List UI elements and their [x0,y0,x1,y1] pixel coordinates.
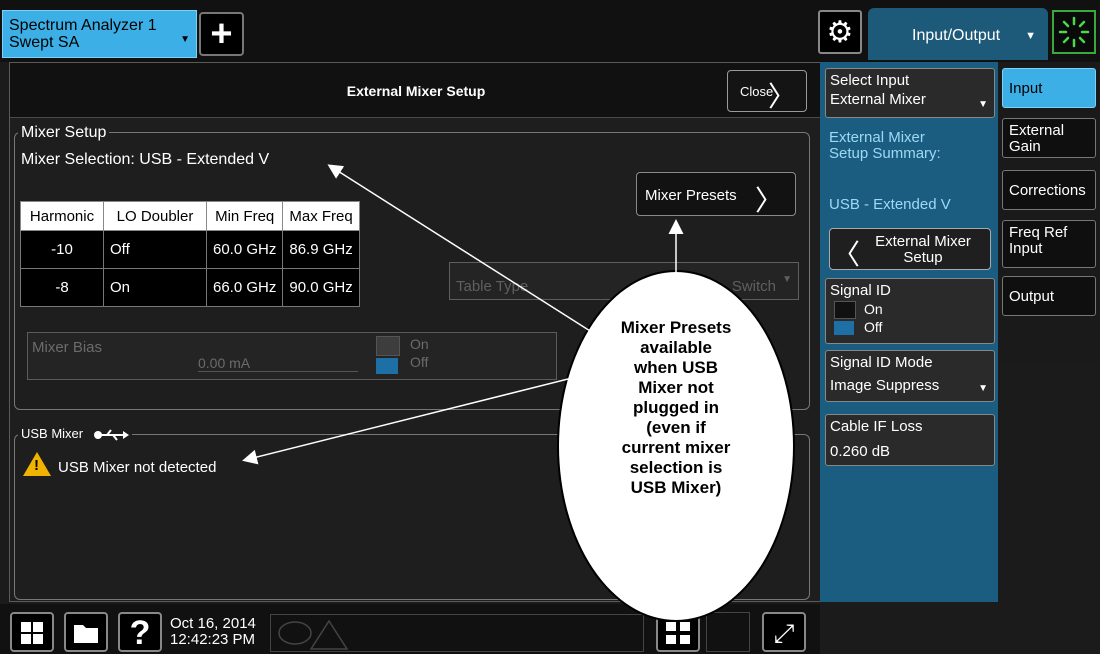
external-mixer-setup-line1: External Mixer [875,233,971,250]
toggle-on-segment [834,301,856,319]
select-input-label: Select Input [830,72,910,89]
column-header: Max Freq [282,201,360,231]
signal-id-mode-label: Signal ID Mode [830,354,933,371]
column-header: LO Doubler [103,201,207,231]
table-cell: 66.0 GHz [205,268,284,307]
table-cell: 86.9 GHz [282,230,360,269]
table-cell: On [103,268,207,307]
dropdown-arrow-icon: ▼ [978,99,988,110]
cable-if-loss-value: 0.260 dB [830,443,891,460]
bias-off-label: Off [410,354,429,370]
toggle-off-segment [376,358,398,374]
external-mixer-setup-button[interactable]: 〈 External Mixer Setup [829,228,991,270]
mixer-selection: Mixer Selection: USB - Extended V [21,151,269,169]
softkey-freq-ref-line1: Freq Ref [1009,224,1068,241]
cable-if-loss-label: Cable IF Loss [830,418,923,435]
usb-mixer-legend: USB Mixer [18,426,132,441]
softkey-corrections[interactable]: Corrections [1002,170,1096,210]
mixer-bias-toggle[interactable] [376,336,404,376]
help-icon[interactable]: ? [118,612,162,652]
mixer-presets-button[interactable]: Mixer Presets 〉 [636,172,796,216]
gear-icon[interactable]: ⚙ [818,10,862,54]
column-header: Min Freq [205,201,284,231]
busy-spinner-icon [1052,10,1096,54]
dropdown-arrow-icon: ▼ [978,383,988,394]
mixer-selection-value: USB - Extended V [139,151,270,168]
signal-id-mode-dropdown[interactable]: Signal ID Mode Image Suppress ▼ [825,350,995,402]
menu-title: Input/Output [912,27,1001,44]
table-cell: -10 [20,230,104,269]
signal-id-mode-value: Image Suppress [830,377,940,394]
softkey-input[interactable]: Input [1002,68,1096,108]
time-text: 12:42:23 PM [170,631,256,648]
signal-id-toggle[interactable]: Signal ID On Off [825,278,995,344]
close-button[interactable]: Close 〉 [727,70,807,112]
summary-label: External Mixer Setup Summary: [829,130,941,162]
table-cell: -8 [20,268,104,307]
table-row[interactable]: -8 On 66.0 GHz 90.0 GHz [20,268,360,307]
summary-label-line1: External Mixer [829,129,925,146]
softkey-external-gain-line2: Gain [1009,138,1041,155]
dropdown-arrow-icon: ▼ [782,274,792,285]
instrument-tab-mode: Swept SA [9,34,80,51]
chevron-left-icon: 〈 [832,239,861,270]
external-mixer-setup-line2: Setup [903,249,943,266]
select-input-dropdown[interactable]: Select Input External Mixer ▼ [825,68,995,118]
softkey-external-gain-line1: External [1009,122,1065,139]
mixer-setup-legend: Mixer Setup [18,124,110,142]
folder-icon[interactable] [64,612,108,652]
message-icon [278,619,349,650]
signal-id-label: Signal ID [830,282,891,299]
external-mixer-setup-label: External Mixer Setup [858,234,988,266]
softkey-freq-ref-input[interactable]: Freq Ref Input [1002,220,1096,268]
signal-id-on: On [864,301,883,317]
summary-value: USB - Extended V [829,196,951,213]
signal-id-off: Off [864,319,883,335]
table-row[interactable]: -10 Off 60.0 GHz 86.9 GHz [20,230,360,269]
mixer-selection-label: Mixer Selection: [21,151,135,168]
usb-status-text: USB Mixer not detected [58,459,217,476]
table-header-row: Harmonic LO Doubler Min Freq Max Freq [20,201,360,231]
instrument-tab[interactable]: Spectrum Analyzer 1 Swept SA ▼ [2,10,197,58]
dropdown-arrow-icon: ▼ [180,34,190,45]
windows-icon[interactable] [10,612,54,652]
datetime: Oct 16, 2014 12:42:23 PM [170,616,256,648]
softkey-external-gain[interactable]: External Gain [1002,118,1096,158]
table-cell: Off [103,230,207,269]
bias-on-label: On [410,336,429,352]
layout-grid-icon[interactable] [706,612,750,652]
usb-mixer-legend-text: USB Mixer [21,426,84,441]
mixer-bias-label: Mixer Bias [32,339,103,356]
dropdown-arrow-icon: ▼ [1025,30,1036,42]
toggle-off-segment [834,321,854,335]
input-output-menu[interactable]: Input/Output ▼ [868,8,1048,60]
column-header: Harmonic [20,201,104,231]
harmonic-table: Harmonic LO Doubler Min Freq Max Freq -1… [20,201,360,307]
dialog-header: External Mixer Setup [10,63,822,118]
cable-if-loss-field[interactable]: Cable IF Loss 0.260 dB [825,414,995,466]
toggle-on-segment [376,336,400,356]
usb-icon [93,428,129,441]
mixer-bias-value: 0.00 mA [198,355,358,372]
callout-text: Mixer Presets available when USB Mixer n… [620,318,732,497]
dialog-title: External Mixer Setup [346,83,486,99]
instrument-tab-title: Spectrum Analyzer 1 [9,17,157,34]
fullscreen-icon[interactable]: ⤢ [762,612,806,652]
table-type-label: Table Type [456,278,529,295]
add-screen-button[interactable]: + [199,12,244,56]
mixer-presets-label: Mixer Presets [645,187,737,204]
mixer-bias-field[interactable]: Mixer Bias 0.00 mA [27,332,557,380]
date-text: Oct 16, 2014 [170,615,256,632]
select-input-value: External Mixer [830,91,926,108]
table-type-value: Switch [731,278,776,295]
softkey-output[interactable]: Output [1002,276,1096,316]
softkey-freq-ref-line2: Input [1009,240,1043,257]
warning-icon-mark: ! [34,457,39,474]
message-bar[interactable] [270,614,644,652]
table-cell: 60.0 GHz [205,230,284,269]
table-cell: 90.0 GHz [282,268,360,307]
summary-label-line2: Setup Summary: [829,145,941,162]
chevron-right-icon: 〉 [767,81,796,112]
chevron-right-icon: 〉 [754,185,783,216]
